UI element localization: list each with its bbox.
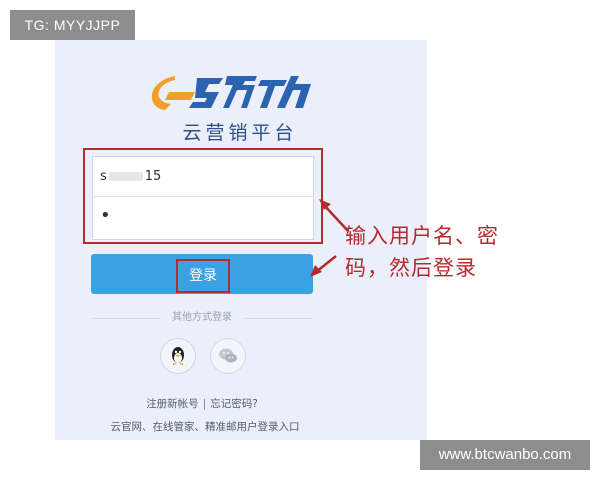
account-links: 注册新帐号 | 忘记密码?: [91, 396, 313, 411]
link-separator: |: [202, 398, 207, 410]
annotation-line-2: 码，然后登录: [345, 256, 477, 280]
login-inputs: s 15 •: [92, 156, 314, 240]
lingdong-logo-icon: [145, 70, 325, 115]
portal-entry-links[interactable]: 云官网、在线管家、精准邮用户登录入口: [55, 419, 355, 434]
alt-login-divider: 其他方式登录: [91, 310, 313, 326]
wechat-icon: [219, 348, 237, 363]
login-button-label[interactable]: 登录: [176, 259, 230, 293]
password-input[interactable]: •: [93, 198, 313, 238]
forgot-password-link[interactable]: 忘记密码?: [210, 398, 258, 410]
watermark-top-left: TG: MYYJJPP: [10, 10, 135, 40]
divider-line-left: [91, 318, 161, 319]
username-prefix: s: [100, 169, 107, 184]
divider-line-right: [243, 318, 313, 319]
annotation-line-1: 输入用户名、密: [345, 224, 499, 248]
username-input[interactable]: s 15: [93, 157, 313, 197]
platform-subtitle: 云营销平台: [182, 122, 298, 144]
qq-penguin-icon: [172, 347, 184, 365]
alt-login-text: 其他方式登录: [172, 312, 232, 323]
instruction-annotation: 输入用户名、密 码，然后登录: [345, 220, 585, 284]
annotation-arrow-button: [310, 255, 337, 277]
username-redaction: [108, 172, 143, 181]
username-suffix: 15: [144, 169, 162, 184]
watermark-bottom-right: www.btcwanbo.com: [420, 440, 590, 470]
wechat-login-button[interactable]: [210, 338, 246, 374]
register-link[interactable]: 注册新帐号: [146, 398, 199, 410]
qq-login-button[interactable]: [160, 338, 196, 374]
